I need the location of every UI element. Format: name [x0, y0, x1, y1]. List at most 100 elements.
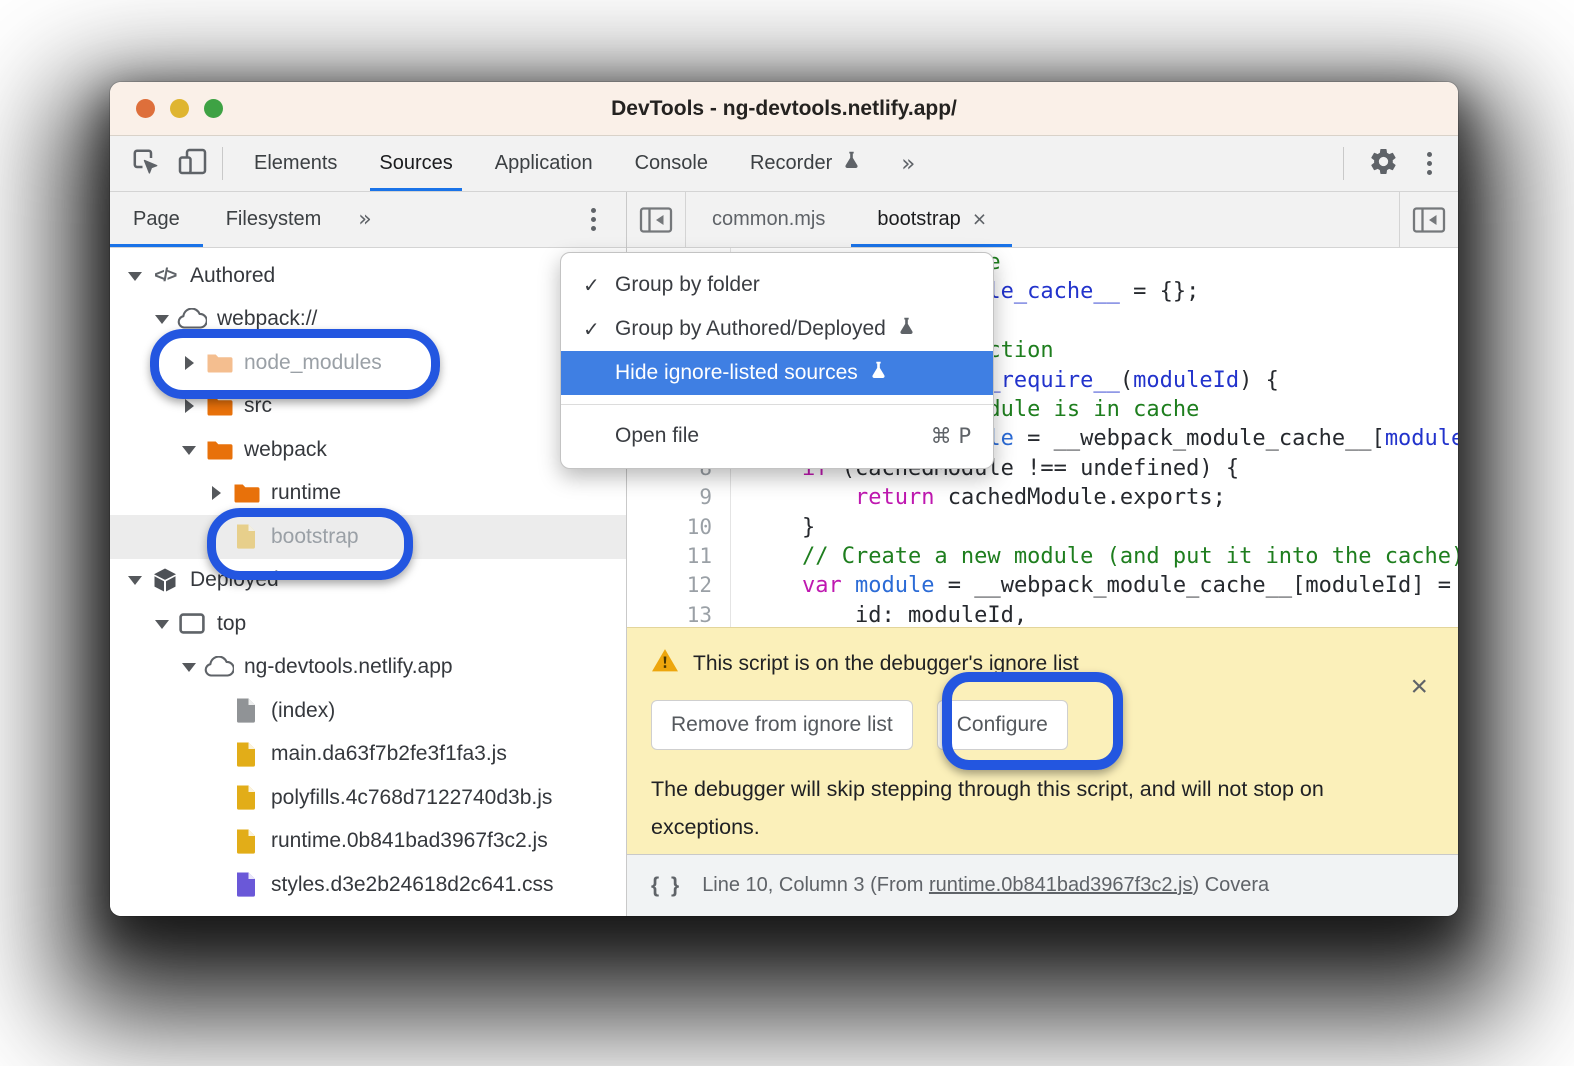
remove-from-ignore-list-button[interactable]: Remove from ignore list	[651, 700, 913, 750]
banner-description: The debugger will skip stepping through …	[651, 770, 1434, 846]
tree-indent-spacer	[207, 876, 225, 894]
tree-item-label: webpack	[244, 438, 327, 462]
collapsed-arrow-icon[interactable]	[180, 354, 198, 372]
menu-item-group-by-folder[interactable]: ✓Group by folder	[561, 263, 993, 307]
tree-item-bootstrap[interactable]: bootstrap	[110, 515, 626, 559]
tree-item-label: node_modules	[244, 351, 382, 375]
collapsed-arrow-icon[interactable]	[207, 484, 225, 502]
show-debugger-icon[interactable]	[1399, 192, 1458, 247]
navigator-tab-page[interactable]: Page	[110, 192, 203, 247]
code-line: 9 return cachedModule.exports;	[627, 483, 1458, 512]
panel-tab-console[interactable]: Console	[614, 136, 729, 191]
editor-tab-bootstrap[interactable]: bootstrap×	[851, 192, 1012, 247]
kebab-menu-icon[interactable]	[1423, 148, 1436, 179]
traffic-lights	[136, 99, 223, 118]
tree-item-src[interactable]: src	[110, 385, 626, 429]
code-line: 10 }	[627, 513, 1458, 542]
hide-navigator-icon[interactable]	[627, 192, 686, 247]
expanded-arrow-icon[interactable]	[153, 615, 171, 633]
panel-tab-application[interactable]: Application	[474, 136, 614, 191]
expanded-arrow-icon[interactable]	[180, 441, 198, 459]
banner-title: This script is on the debugger's ignore …	[693, 652, 1079, 676]
tree-item-index[interactable]: (index)	[110, 689, 626, 733]
tree-item-label: src	[244, 394, 272, 418]
folder-icon	[204, 352, 234, 374]
close-tab-icon[interactable]: ×	[973, 208, 986, 231]
code-line-text: id: moduleId,	[731, 601, 1027, 627]
navigator-sidebar: PageFilesystem» </>Authored webpack:// nod…	[110, 192, 627, 916]
ignore-list-banner: This script is on the debugger's ignore …	[627, 627, 1458, 854]
tree-item-runtime-0b841bad3967f3c2-js[interactable]: runtime.0b841bad3967f3c2.js	[110, 820, 626, 864]
close-banner-icon[interactable]: ×	[1410, 672, 1428, 702]
more-panels-icon[interactable]: »	[883, 136, 933, 191]
tree-item-label: webpack://	[217, 307, 317, 331]
line-number[interactable]: 12	[627, 571, 731, 600]
folder-icon	[204, 439, 234, 461]
file-icon	[231, 741, 261, 768]
tree-item-polyfills-4c768d7122740d3b-js[interactable]: polyfills.4c768d7122740d3b.js	[110, 776, 626, 820]
zoom-window-button[interactable]	[204, 99, 223, 118]
toolbar-right-icons	[1343, 136, 1458, 191]
menu-item-label: Hide ignore-listed sources	[615, 359, 889, 388]
tree-item-authored[interactable]: </>Authored	[110, 254, 626, 298]
tree-item-ng-devtools-netlify-app[interactable]: ng-devtools.netlify.app	[110, 646, 626, 690]
menu-item-open-file[interactable]: Open file ⌘ P	[561, 414, 993, 458]
minimize-window-button[interactable]	[170, 99, 189, 118]
code-icon: </>	[150, 265, 180, 286]
navigator-tab-filesystem[interactable]: Filesystem	[203, 192, 345, 247]
tree-item-main-da63f7b2fe3f1fa3-js[interactable]: main.da63f7b2fe3f1fa3.js	[110, 733, 626, 777]
editor-tab-label: common.mjs	[712, 208, 825, 231]
window-title: DevTools - ng-devtools.netlify.app/	[110, 97, 1458, 121]
expanded-arrow-icon[interactable]	[180, 658, 198, 676]
expanded-arrow-icon[interactable]	[153, 310, 171, 328]
gear-icon[interactable]	[1368, 146, 1399, 182]
experiment-flask-icon	[868, 359, 889, 388]
editor-tab-common-mjs[interactable]: common.mjs	[686, 192, 851, 247]
folder-icon	[204, 395, 234, 417]
tree-item-deployed[interactable]: Deployed	[110, 559, 626, 603]
code-line-text: var module = __webpack_module_cache__[mo…	[731, 571, 1458, 600]
tree-indent-spacer	[207, 745, 225, 763]
menu-item-label: Open file	[615, 424, 699, 448]
line-number[interactable]: 9	[627, 483, 731, 512]
close-window-button[interactable]	[136, 99, 155, 118]
collapsed-arrow-icon[interactable]	[180, 397, 198, 415]
tree-item-label: Deployed	[190, 568, 279, 592]
toolbar-divider	[1343, 147, 1344, 180]
file-icon	[231, 523, 261, 550]
tree-item-label: bootstrap	[271, 525, 359, 549]
status-bar: { } Line 10, Column 3 (From runtime.0b84…	[627, 854, 1458, 916]
menu-item-group-by-authored-deployed[interactable]: ✓Group by Authored/Deployed	[561, 307, 993, 351]
panel-tab-sources[interactable]: Sources	[358, 136, 473, 191]
pretty-print-icon[interactable]: { }	[651, 874, 682, 898]
configure-button[interactable]: Configure	[937, 700, 1068, 750]
title-bar: DevTools - ng-devtools.netlify.app/	[110, 82, 1458, 136]
banner-buttons: Remove from ignore list Configure	[651, 700, 1434, 750]
tree-item-top[interactable]: top	[110, 602, 626, 646]
navigator-more-options-icon[interactable]	[587, 192, 626, 247]
inspect-element-icon[interactable]	[130, 146, 161, 182]
code-line: 11 // Create a new module (and put it in…	[627, 542, 1458, 571]
more-navigator-tabs-icon[interactable]: »	[344, 192, 385, 247]
warning-icon	[651, 648, 679, 679]
tree-item-label: (index)	[271, 699, 335, 723]
code-line-text: // Create a new module (and put it into …	[731, 542, 1458, 571]
line-number[interactable]: 13	[627, 601, 731, 627]
panel-tab-elements[interactable]: Elements	[233, 136, 358, 191]
editor-tabbar: common.mjs bootstrap×	[627, 192, 1458, 248]
menu-item-hide-ignore-listed-sources[interactable]: Hide ignore-listed sources	[561, 351, 993, 395]
device-toolbar-icon[interactable]	[177, 147, 208, 181]
panel-tab-recorder[interactable]: Recorder	[729, 136, 883, 191]
tree-item-webpack[interactable]: webpack	[110, 428, 626, 472]
line-number[interactable]: 10	[627, 513, 731, 542]
tree-item-runtime[interactable]: runtime	[110, 472, 626, 516]
tree-item-styles-d3e2b24618d2c641-css[interactable]: styles.d3e2b24618d2c641.css	[110, 863, 626, 907]
line-number[interactable]: 11	[627, 542, 731, 571]
expanded-arrow-icon[interactable]	[126, 571, 144, 589]
tree-item-webpack[interactable]: webpack://	[110, 298, 626, 342]
source-map-link[interactable]: runtime.0b841bad3967f3c2.js	[929, 874, 1193, 896]
expanded-arrow-icon[interactable]	[126, 267, 144, 285]
menu-shortcut: ⌘ P	[931, 424, 971, 448]
tree-item-node-modules[interactable]: node_modules	[110, 341, 626, 385]
code-line-text: }	[731, 513, 815, 542]
